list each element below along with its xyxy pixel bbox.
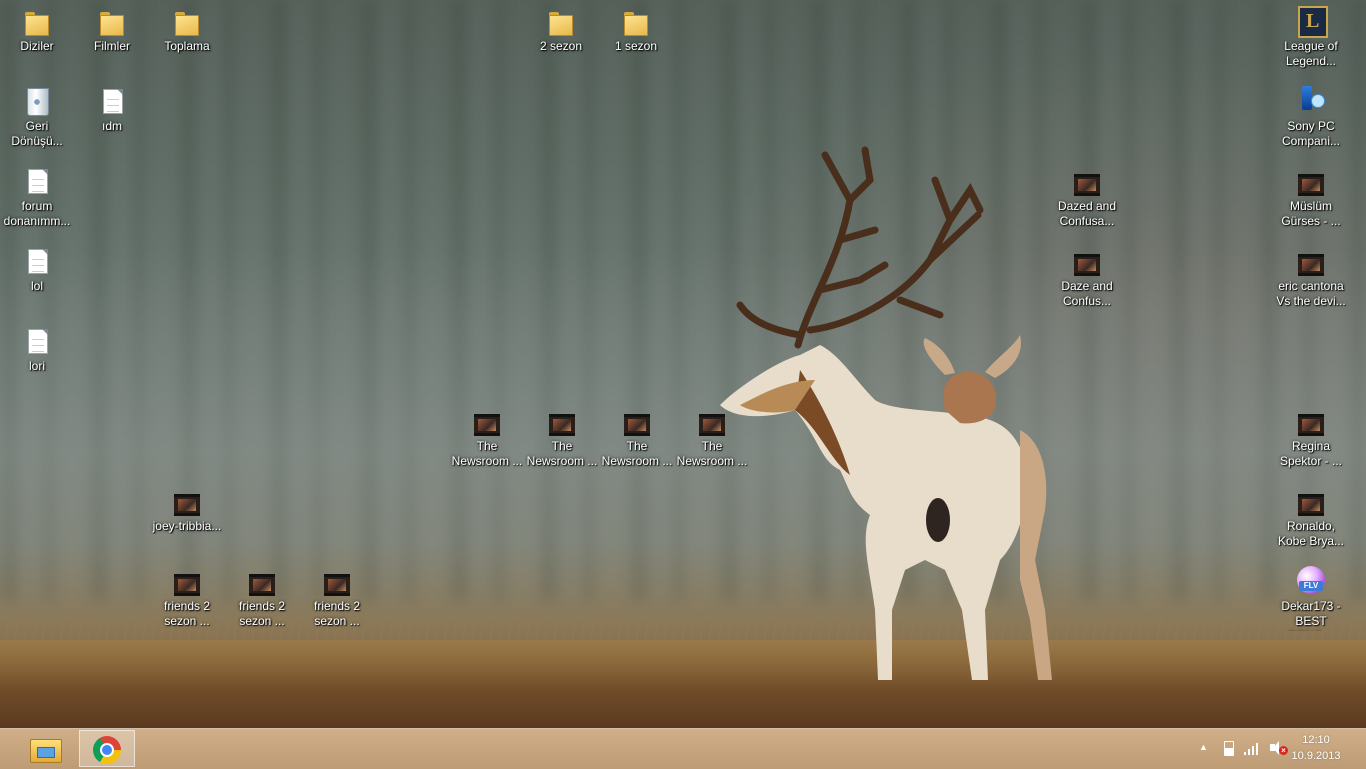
folder-icon xyxy=(25,6,49,36)
video-file-icon xyxy=(1298,406,1324,436)
desktop-icon-label: forum donanımm... xyxy=(3,199,71,228)
desktop-icon-filmler[interactable]: Filmler xyxy=(75,0,149,76)
desktop-icon-label: The Newsroom ... xyxy=(451,439,523,468)
folder-icon xyxy=(624,6,648,36)
desktop-icon-label: The Newsroom ... xyxy=(601,439,673,468)
desktop-icon-dazed-and-confused[interactable]: Dazed and Confusa... xyxy=(1050,160,1124,236)
desktop-icon-newsroom-4[interactable]: The Newsroom ... xyxy=(675,400,749,476)
desktop-icon-label: Müslüm Gürses - ... xyxy=(1281,199,1341,228)
desktop-icon-label: Regina Spektor - ... xyxy=(1279,439,1343,468)
video-file-icon xyxy=(549,406,575,436)
video-file-icon xyxy=(174,566,200,596)
clock-time: 12:10 xyxy=(1302,734,1330,746)
desktop-icon-label: Filmler xyxy=(94,39,130,53)
desktop-icon-label: joey-tribbia... xyxy=(152,519,222,533)
desktop-icon-toplama[interactable]: Toplama xyxy=(150,0,224,76)
desktop-icon-league-of-legends[interactable]: League of Legend... xyxy=(1274,0,1348,76)
desktop-icon-lol[interactable]: lol xyxy=(0,240,74,316)
system-tray: ▲ × 12:10 10.9.2013 xyxy=(1186,728,1366,768)
flv-player-icon xyxy=(1297,566,1325,596)
desktop-icon-label: Sony PC Compani... xyxy=(1281,119,1341,148)
video-file-icon xyxy=(1074,246,1100,276)
video-file-icon xyxy=(1298,486,1324,516)
desktop-icon-muslum-gurses[interactable]: Müslüm Gürses - ... xyxy=(1274,160,1348,236)
folder-icon xyxy=(549,6,573,36)
network-signal-icon[interactable] xyxy=(1244,740,1260,756)
taskbar-file-explorer-button[interactable] xyxy=(17,730,73,767)
text-document-icon xyxy=(25,246,49,276)
desktop-icon-label: ıdm xyxy=(101,119,122,133)
desktop-icon-newsroom-2[interactable]: The Newsroom ... xyxy=(525,400,599,476)
desktop-icon-label: The Newsroom ... xyxy=(676,439,748,468)
volume-muted-icon[interactable]: × xyxy=(1269,740,1288,756)
desktop-icon-daze-and-confused[interactable]: Daze and Confus... xyxy=(1050,240,1124,316)
desktop-icon-label: lol xyxy=(30,279,43,293)
video-file-icon xyxy=(249,566,275,596)
desktop-icon-label: lori xyxy=(28,359,45,373)
text-document-icon xyxy=(25,166,49,196)
video-file-icon xyxy=(1298,166,1324,196)
desktop-icon-eric-cantona[interactable]: eric cantona Vs the devi... xyxy=(1274,240,1348,316)
league-of-legends-icon xyxy=(1298,6,1328,38)
chrome-icon xyxy=(93,736,121,764)
power-icon[interactable] xyxy=(1221,740,1235,756)
desktop-icon-newsroom-3[interactable]: The Newsroom ... xyxy=(600,400,674,476)
video-file-icon xyxy=(324,566,350,596)
video-file-icon xyxy=(699,406,725,436)
taskbar-chrome-button[interactable] xyxy=(79,730,135,767)
desktop-icon-regina-spektor[interactable]: Regina Spektor - ... xyxy=(1274,400,1348,476)
desktop-icon-ronaldo-kobe[interactable]: Ronaldo, Kobe Brya... xyxy=(1274,480,1348,556)
desktop-icon-label: 1 sezon xyxy=(614,39,658,53)
video-file-icon xyxy=(1074,166,1100,196)
desktop-icon-label: Diziler xyxy=(20,39,54,53)
file-explorer-icon xyxy=(30,737,62,763)
desktop-icon-friends-1[interactable]: friends 2 sezon ... xyxy=(150,560,224,636)
taskbar-clock[interactable]: 12:10 10.9.2013 xyxy=(1286,732,1346,764)
text-document-icon xyxy=(100,86,124,116)
desktop-icon-label: The Newsroom ... xyxy=(526,439,598,468)
desktop-icon-label: Toplama xyxy=(164,39,210,53)
text-document-icon xyxy=(25,326,49,356)
desktop-icon-label: friends 2 sezon ... xyxy=(163,599,211,628)
desktop-icon-sony-pc-companion[interactable]: Sony PC Compani... xyxy=(1274,80,1348,156)
desktop-icon-1-sezon[interactable]: 1 sezon xyxy=(599,0,673,76)
recycle-bin-icon xyxy=(25,86,49,116)
desktop-icon-label: Ronaldo, Kobe Brya... xyxy=(1277,519,1345,548)
desktop-icon-label: League of Legend... xyxy=(1284,39,1338,68)
desktop-icon-friends-2[interactable]: friends 2 sezon ... xyxy=(225,560,299,636)
video-file-icon xyxy=(624,406,650,436)
desktop-icon-idm[interactable]: ıdm xyxy=(75,80,149,156)
desktop-icon-label: Daze and Confus... xyxy=(1061,279,1113,308)
desktop-icon-forum-donanim[interactable]: forum donanımm... xyxy=(0,160,74,236)
video-file-icon xyxy=(1298,246,1324,276)
folder-icon xyxy=(100,6,124,36)
desktop-icon-joey-tribbiani[interactable]: joey-tribbia... xyxy=(150,480,224,556)
desktop-icon-lori[interactable]: lori xyxy=(0,320,74,396)
show-hidden-icons-arrow-icon[interactable]: ▲ xyxy=(1199,742,1209,758)
taskbar xyxy=(0,728,1366,769)
desktop-icon-dekar173[interactable]: Dekar173 - BEST RENG... xyxy=(1274,560,1348,636)
desktop-icon-label: eric cantona Vs the devi... xyxy=(1276,279,1346,308)
desktop-icon-diziler[interactable]: Diziler xyxy=(0,0,74,76)
video-file-icon xyxy=(174,486,200,516)
desktop-icon-2-sezon[interactable]: 2 sezon xyxy=(524,0,598,76)
folder-icon xyxy=(175,6,199,36)
video-file-icon xyxy=(474,406,500,436)
desktop-icon-label: 2 sezon xyxy=(539,39,583,53)
desktop-icon-label: Dekar173 - BEST RENG... xyxy=(1281,599,1341,631)
desktop-icon-recycle-bin[interactable]: Geri Dönüşü... xyxy=(0,80,74,156)
sony-pc-companion-icon xyxy=(1299,86,1325,116)
desktop-icon-newsroom-1[interactable]: The Newsroom ... xyxy=(450,400,524,476)
desktop-icon-label: friends 2 sezon ... xyxy=(238,599,286,628)
clock-date: 10.9.2013 xyxy=(1291,750,1341,762)
desktop-icon-label: Geri Dönüşü... xyxy=(11,119,63,148)
wallpaper-meadow xyxy=(0,640,1366,728)
desktop-icon-label: Dazed and Confusa... xyxy=(1057,199,1117,228)
desktop-icon-friends-3[interactable]: friends 2 sezon ... xyxy=(300,560,374,636)
deer-illustration xyxy=(720,146,1052,680)
desktop-icon-label: friends 2 sezon ... xyxy=(313,599,361,628)
